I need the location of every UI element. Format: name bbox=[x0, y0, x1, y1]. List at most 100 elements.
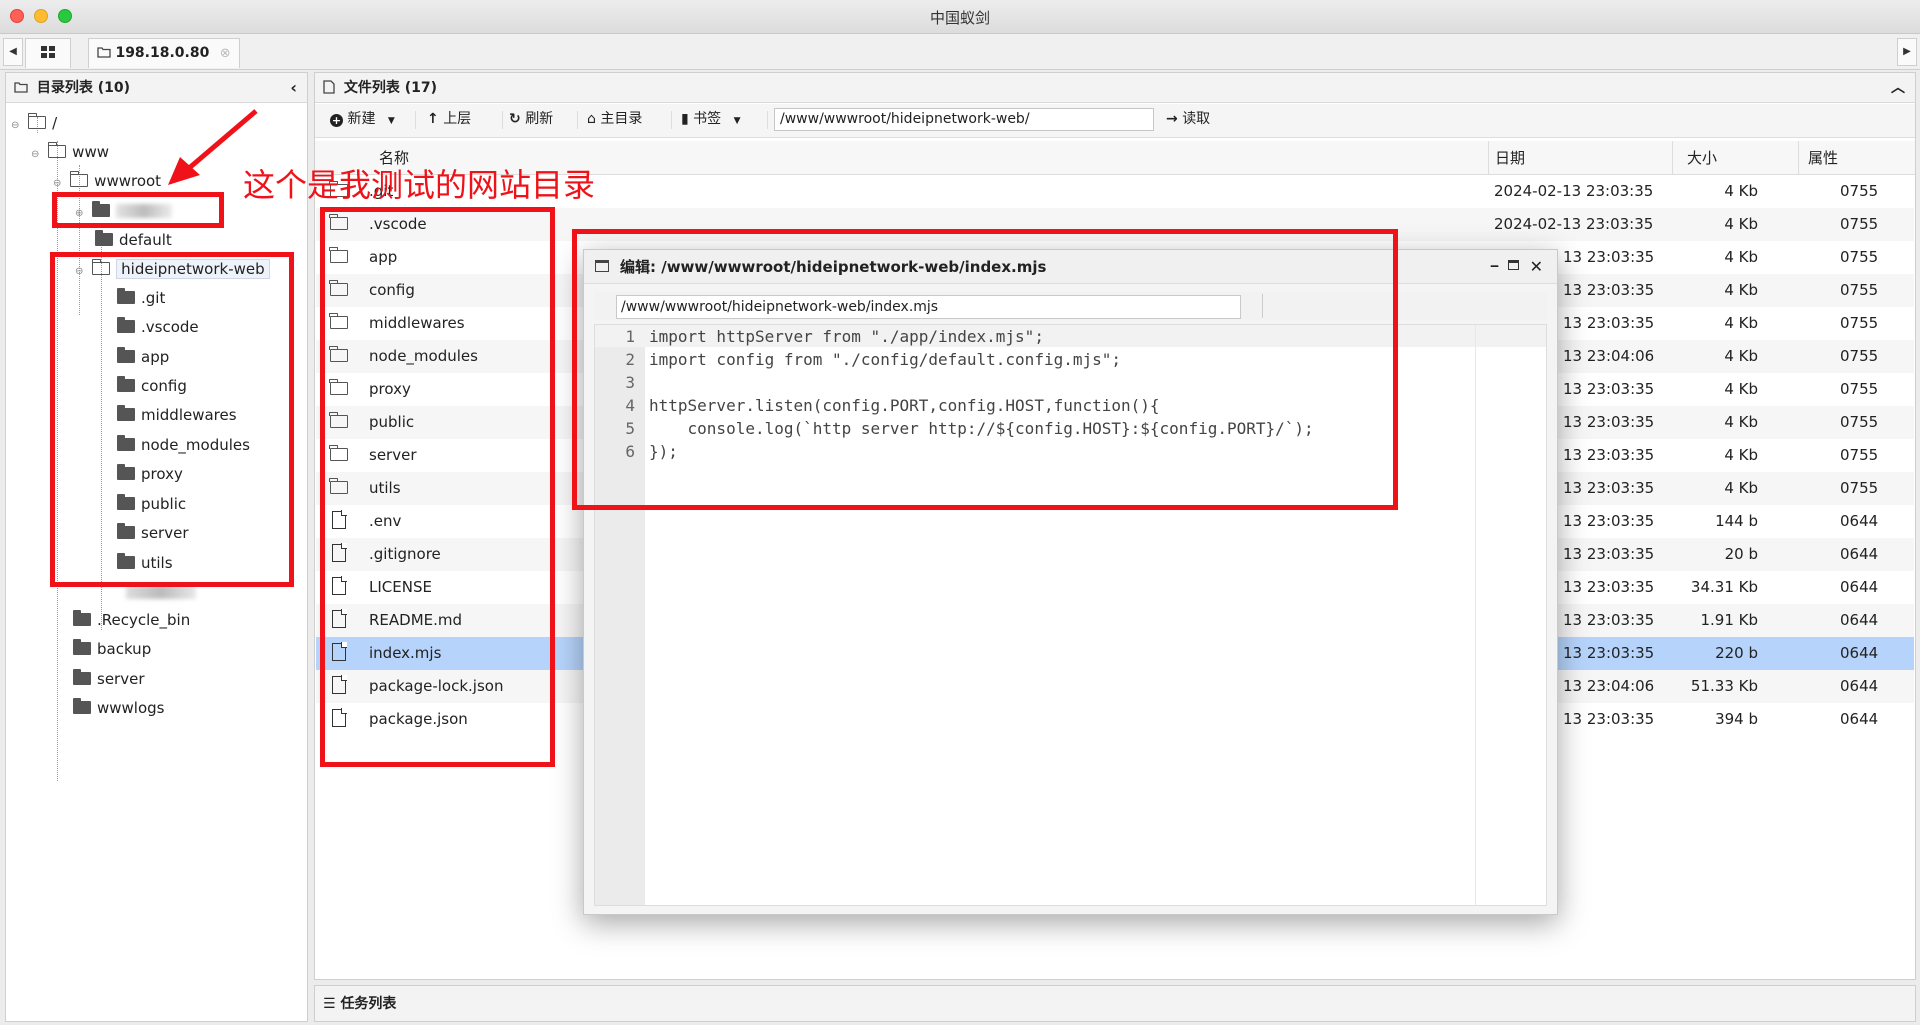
column-size[interactable]: 大小 bbox=[1687, 141, 1717, 175]
column-date[interactable]: 日期 bbox=[1495, 141, 1525, 175]
new-button-label: 新建 bbox=[347, 111, 376, 127]
tree-node-label: / bbox=[52, 114, 58, 132]
path-input[interactable]: /www/wwwroot/hideipnetwork-web/ bbox=[774, 108, 1154, 131]
tree-node-www[interactable]: ⊖ www bbox=[31, 140, 109, 164]
file-attr: 0644 bbox=[1840, 611, 1879, 629]
new-button[interactable]: + 新建 ▼ bbox=[330, 104, 395, 134]
file-date: 13 23:03:35 bbox=[1563, 446, 1655, 464]
tree-node-default[interactable]: default bbox=[95, 228, 172, 252]
maximize-icon[interactable] bbox=[1508, 260, 1519, 270]
file-size: 34.31 Kb bbox=[1690, 578, 1758, 596]
bookmark-button[interactable]: ▮ 书签 ▼ bbox=[681, 104, 741, 134]
file-size: 4 Kb bbox=[1724, 215, 1758, 233]
file-date: 13 23:03:35 bbox=[1563, 611, 1655, 629]
tree-node-recycle-bin[interactable]: .Recycle_bin bbox=[73, 608, 190, 632]
folder-icon bbox=[73, 610, 91, 626]
tree-collapse-icon[interactable]: ⊖ bbox=[53, 178, 61, 189]
file-size: 4 Kb bbox=[1724, 413, 1758, 431]
tree-node-wwwroot[interactable]: ⊖ wwwroot bbox=[53, 169, 161, 193]
file-date: 13 23:03:35 bbox=[1563, 413, 1655, 431]
file-attr: 0644 bbox=[1840, 677, 1879, 695]
directory-panel-title: 目录列表 (10) bbox=[36, 80, 131, 96]
file-attr: 0644 bbox=[1840, 644, 1879, 662]
file-attr: 0755 bbox=[1840, 347, 1879, 365]
folder-open-icon bbox=[69, 171, 89, 187]
tree-node-root[interactable]: ⊖ / bbox=[11, 111, 57, 135]
annotation-text: 这个是我测试的网站目录 bbox=[243, 166, 596, 204]
tree-node-label: .Recycle_bin bbox=[97, 611, 191, 629]
folder-open-icon bbox=[47, 142, 67, 158]
file-date: 13 23:03:35 bbox=[1563, 644, 1655, 662]
annotation-box-tree bbox=[50, 252, 294, 587]
folder-open-icon bbox=[27, 113, 47, 129]
column-attr[interactable]: 属性 bbox=[1808, 141, 1838, 175]
home-button[interactable]: ⌂ 主目录 bbox=[587, 104, 642, 134]
tree-node-label: server bbox=[97, 670, 145, 688]
annotation-box-files bbox=[320, 207, 555, 767]
file-size: 144 b bbox=[1715, 512, 1758, 530]
home-icon: ⌂ bbox=[587, 111, 596, 127]
refresh-button-label: 刷新 bbox=[525, 111, 554, 127]
file-attr: 0644 bbox=[1840, 512, 1879, 530]
close-icon[interactable]: ✕ bbox=[1530, 250, 1543, 284]
file-date: 13 23:04:06 bbox=[1563, 677, 1655, 695]
read-button[interactable]: → 读取 bbox=[1166, 104, 1210, 134]
annotation-box-code bbox=[572, 229, 1398, 510]
file-attr: 0755 bbox=[1840, 479, 1879, 497]
file-list-panel-title: 文件列表 (17) bbox=[343, 80, 438, 96]
collapse-up-icon[interactable]: ︿ bbox=[1891, 73, 1905, 103]
tree-node-wwwlogs[interactable]: wwwlogs bbox=[73, 696, 165, 720]
tab-home[interactable] bbox=[25, 38, 71, 68]
collapse-panel-icon[interactable]: ‹ bbox=[290, 73, 297, 103]
file-date: 13 23:03:35 bbox=[1563, 512, 1655, 530]
up-button-label: 上层 bbox=[443, 111, 472, 127]
file-date: 13 23:03:35 bbox=[1563, 380, 1655, 398]
file-date: 13 23:03:35 bbox=[1563, 710, 1655, 728]
directory-panel-header: 目录列表 (10) ‹ bbox=[6, 73, 307, 103]
file-attr: 0755 bbox=[1840, 215, 1879, 233]
file-size: 4 Kb bbox=[1724, 314, 1758, 332]
minimize-icon[interactable]: ‒ bbox=[1490, 250, 1499, 284]
file-attr: 0755 bbox=[1840, 446, 1879, 464]
file-size: 4 Kb bbox=[1724, 446, 1758, 464]
folder-icon bbox=[73, 698, 91, 714]
folder-icon bbox=[14, 82, 28, 93]
tree-collapse-icon[interactable]: ⊖ bbox=[31, 149, 39, 160]
tab-connection[interactable]: 198.18.0.80 ⊗ bbox=[88, 38, 240, 68]
tab-scroll-left-button[interactable]: ◀ bbox=[3, 38, 23, 66]
folder-icon bbox=[73, 669, 91, 685]
tab-scroll-right-button[interactable]: ▶ bbox=[1897, 38, 1917, 66]
read-button-label: 读取 bbox=[1182, 111, 1211, 127]
file-size: 394 b bbox=[1715, 710, 1758, 728]
file-size: 4 Kb bbox=[1724, 347, 1758, 365]
file-size: 4 Kb bbox=[1724, 182, 1758, 200]
file-size: 51.33 Kb bbox=[1690, 677, 1758, 695]
refresh-button[interactable]: ↻ 刷新 bbox=[509, 104, 553, 134]
tree-collapse-icon[interactable]: ⊖ bbox=[11, 120, 19, 131]
file-size: 4 Kb bbox=[1724, 281, 1758, 299]
file-size: 1.91 Kb bbox=[1700, 611, 1758, 629]
folder-icon bbox=[73, 639, 91, 655]
task-list-title: 任务列表 bbox=[340, 996, 397, 1012]
file-date: 13 23:03:35 bbox=[1563, 314, 1655, 332]
plus-circle-icon: + bbox=[330, 114, 343, 127]
file-attr: 0755 bbox=[1840, 281, 1879, 299]
tree-node-server-root[interactable]: server bbox=[73, 667, 144, 691]
file-list-panel-header: 文件列表 (17) ︿ bbox=[315, 73, 1915, 103]
tree-node-label: default bbox=[119, 231, 172, 249]
list-icon: ☰ bbox=[323, 996, 336, 1012]
file-date: 13 23:03:35 bbox=[1563, 248, 1655, 266]
file-date: 2024-02-13 23:03:35 bbox=[1494, 215, 1654, 233]
file-date: 13 23:03:35 bbox=[1563, 281, 1655, 299]
window-title: 中国蚁剑 bbox=[929, 9, 990, 27]
file-attr: 0644 bbox=[1840, 545, 1879, 563]
file-attr: 0755 bbox=[1840, 182, 1879, 200]
tree-node-label: wwwlogs bbox=[97, 699, 165, 717]
file-attr: 0644 bbox=[1840, 710, 1879, 728]
tab-close-icon[interactable]: ⊗ bbox=[220, 46, 231, 61]
tree-node-backup[interactable]: backup bbox=[73, 637, 151, 661]
title-bar: 中国蚁剑 bbox=[0, 0, 1920, 34]
task-list-panel: ☰ 任务列表 bbox=[314, 985, 1916, 1022]
up-button[interactable]: ↑ 上层 bbox=[427, 104, 471, 134]
arrow-up-icon: ↑ bbox=[427, 111, 439, 127]
